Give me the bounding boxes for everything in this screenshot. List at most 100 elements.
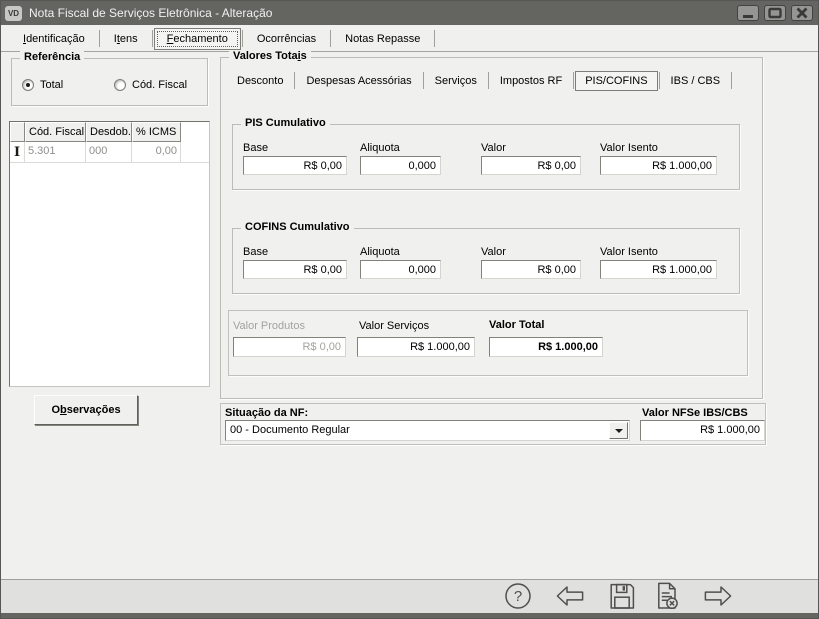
cell-cod-fiscal[interactable]: 5.301 (25, 142, 86, 162)
grid-header-indicator (10, 122, 25, 142)
title-bar[interactable]: VD Nota Fiscal de Serviços Eletrônica - … (1, 1, 818, 25)
valor-servicos-label: Valor Serviços (359, 320, 429, 332)
cofins-cumulativo-group: COFINS Cumulativo Base R$ 0,00 Aliquota … (232, 228, 740, 294)
pis-base-field[interactable]: R$ 0,00 (243, 156, 347, 175)
tab-separator (731, 72, 732, 89)
tab-desconto[interactable]: Desconto (227, 71, 293, 91)
row-indicator-icon: I (10, 142, 25, 162)
tab-pis-cofins[interactable]: PIS/COFINS (575, 71, 657, 91)
tab-separator (294, 72, 295, 89)
pis-valor-label: Valor (481, 142, 506, 154)
help-button[interactable]: ? (503, 581, 533, 611)
tab-impostos-rf[interactable]: Impostos RF (490, 71, 572, 91)
pis-valor-field[interactable]: R$ 0,00 (481, 156, 581, 175)
maximize-icon (765, 6, 785, 20)
tab-ibs-cbs[interactable]: IBS / CBS (661, 71, 731, 91)
valor-total-label: Valor Total (489, 319, 544, 331)
radio-total-label: Total (40, 79, 63, 91)
tab-fechamento[interactable]: Fechamento (154, 28, 241, 50)
document-cancel-icon (651, 581, 681, 611)
cancel-document-button[interactable] (651, 581, 681, 611)
svg-text:?: ? (514, 588, 522, 605)
radio-cod-fiscal-label: Cód. Fiscal (132, 79, 187, 91)
tab-separator (330, 30, 331, 47)
pis-aliquota-label: Aliquota (360, 142, 400, 154)
pis-valor-isento-label: Valor Isento (600, 142, 658, 154)
situacao-combobox[interactable]: 00 - Documento Regular (225, 420, 630, 441)
tab-separator (573, 72, 574, 89)
tab-separator (488, 72, 489, 89)
app-icon: VD (5, 6, 22, 21)
valores-totais-title: Valores Totais (229, 50, 311, 62)
valor-produtos-field[interactable]: R$ 0,00 (233, 337, 346, 357)
table-row[interactable]: I 5.301 000 0,00 (10, 142, 209, 163)
window-bottom-border (1, 613, 818, 619)
tab-separator (423, 72, 424, 89)
close-button[interactable] (791, 5, 813, 21)
nfse-ibs-cbs-field[interactable]: R$ 1.000,00 (640, 420, 765, 441)
minimize-button[interactable] (737, 5, 759, 21)
tab-separator (152, 30, 153, 47)
valor-servicos-field[interactable]: R$ 1.000,00 (357, 337, 475, 357)
situacao-dropdown-button[interactable] (609, 422, 628, 439)
cofins-valor-label: Valor (481, 246, 506, 258)
radio-cod-fiscal-icon (114, 79, 126, 91)
radio-total-icon (22, 79, 34, 91)
tab-notas-repasse[interactable]: Notas Repasse (332, 28, 433, 50)
window-title: Nota Fiscal de Serviços Eletrônica - Alt… (29, 6, 272, 20)
situacao-value: 00 - Documento Regular (230, 424, 350, 436)
valor-total-field[interactable]: R$ 1.000,00 (489, 337, 603, 357)
valor-produtos-label: Valor Produtos (233, 320, 305, 332)
maximize-button[interactable] (764, 5, 786, 21)
tab-ocorrencias[interactable]: Ocorrências (244, 28, 329, 50)
tab-itens[interactable]: Itens (101, 28, 151, 50)
grid-header-desdob[interactable]: Desdob. (86, 122, 132, 142)
situacao-label: Situação da NF: (225, 407, 308, 419)
pis-aliquota-field[interactable]: 0,000 (360, 156, 441, 175)
previous-button[interactable] (555, 581, 585, 611)
tab-separator (659, 72, 660, 89)
pis-base-label: Base (243, 142, 268, 154)
pis-valor-isento-field[interactable]: R$ 1.000,00 (600, 156, 717, 175)
minimize-icon (738, 6, 758, 20)
referencia-title: Referência (20, 51, 84, 63)
save-icon (607, 581, 637, 611)
cell-desdob[interactable]: 000 (86, 142, 132, 162)
next-button[interactable] (703, 581, 733, 611)
cofins-aliquota-label: Aliquota (360, 246, 400, 258)
tab-separator (99, 30, 100, 47)
arrow-left-icon (555, 581, 585, 611)
cell-icms[interactable]: 0,00 (132, 142, 181, 162)
pis-cumulativo-title: PIS Cumulativo (241, 117, 330, 129)
grid-header-icms[interactable]: % ICMS (132, 122, 181, 142)
cofins-valor-field[interactable]: R$ 0,00 (481, 260, 581, 279)
situacao-panel: Situação da NF: 00 - Documento Regular V… (220, 403, 766, 445)
tab-servicos[interactable]: Serviços (425, 71, 487, 91)
cofins-valor-isento-field[interactable]: R$ 1.000,00 (600, 260, 717, 279)
fiscal-grid: Cód. Fiscal Desdob. % ICMS I 5.301 000 0… (9, 121, 210, 387)
valores-tab-bar: Desconto Despesas Acessórias Serviços Im… (227, 68, 756, 93)
radio-total[interactable]: Total (22, 79, 63, 91)
grid-header-row: Cód. Fiscal Desdob. % ICMS (10, 122, 209, 142)
cofins-base-label: Base (243, 246, 268, 258)
bottom-toolbar: ? (1, 579, 818, 613)
cofins-base-field[interactable]: R$ 0,00 (243, 260, 347, 279)
tab-separator (242, 30, 243, 47)
totals-panel: Valor Produtos R$ 0,00 Valor Serviços R$… (228, 310, 748, 376)
save-button[interactable] (607, 581, 637, 611)
nfse-ibs-cbs-label: Valor NFSe IBS/CBS (642, 407, 748, 419)
window-controls (737, 5, 813, 21)
observacoes-button[interactable]: Observações (34, 395, 138, 425)
referencia-group: Referência Total Cód. Fiscal (11, 58, 208, 106)
arrow-right-icon (703, 581, 733, 611)
grid-header-cod-fiscal[interactable]: Cód. Fiscal (25, 122, 86, 142)
help-icon: ? (503, 581, 533, 611)
cofins-aliquota-field[interactable]: 0,000 (360, 260, 441, 279)
valores-totais-group: Valores Totais Desconto Despesas Acessór… (220, 57, 763, 399)
tab-despesas-acessorias[interactable]: Despesas Acessórias (296, 71, 421, 91)
radio-cod-fiscal[interactable]: Cód. Fiscal (114, 79, 187, 91)
main-tab-bar: Identificação Itens Fechamento Ocorrênci… (1, 26, 818, 52)
chevron-down-icon (615, 429, 623, 433)
tab-identificacao[interactable]: Identificação (10, 28, 98, 50)
pis-cumulativo-group: PIS Cumulativo Base R$ 0,00 Aliquota 0,0… (232, 124, 740, 190)
